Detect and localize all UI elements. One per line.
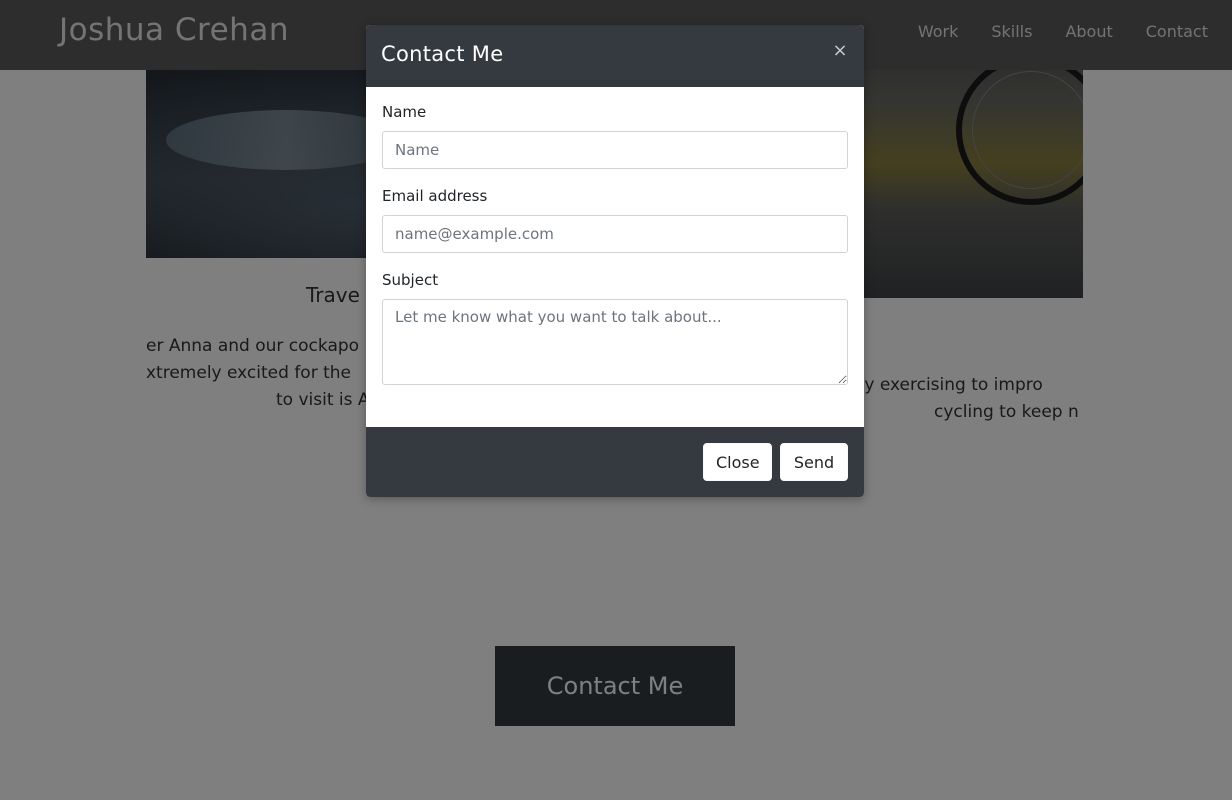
email-input[interactable] xyxy=(382,215,848,253)
modal-body: Name Email address Subject xyxy=(366,87,864,427)
email-label: Email address xyxy=(382,187,488,205)
modal-header: Contact Me × xyxy=(366,25,864,87)
send-button[interactable]: Send xyxy=(780,443,848,481)
modal-footer: Close Send xyxy=(366,427,864,497)
contact-modal: Contact Me × Name Email address Subject … xyxy=(366,25,864,497)
subject-label: Subject xyxy=(382,271,439,289)
close-icon[interactable]: × xyxy=(830,41,850,61)
modal-title: Contact Me xyxy=(381,42,504,66)
name-label: Name xyxy=(382,103,427,121)
subject-textarea[interactable] xyxy=(382,299,848,385)
close-button[interactable]: Close xyxy=(703,443,772,481)
name-input[interactable] xyxy=(382,131,848,169)
